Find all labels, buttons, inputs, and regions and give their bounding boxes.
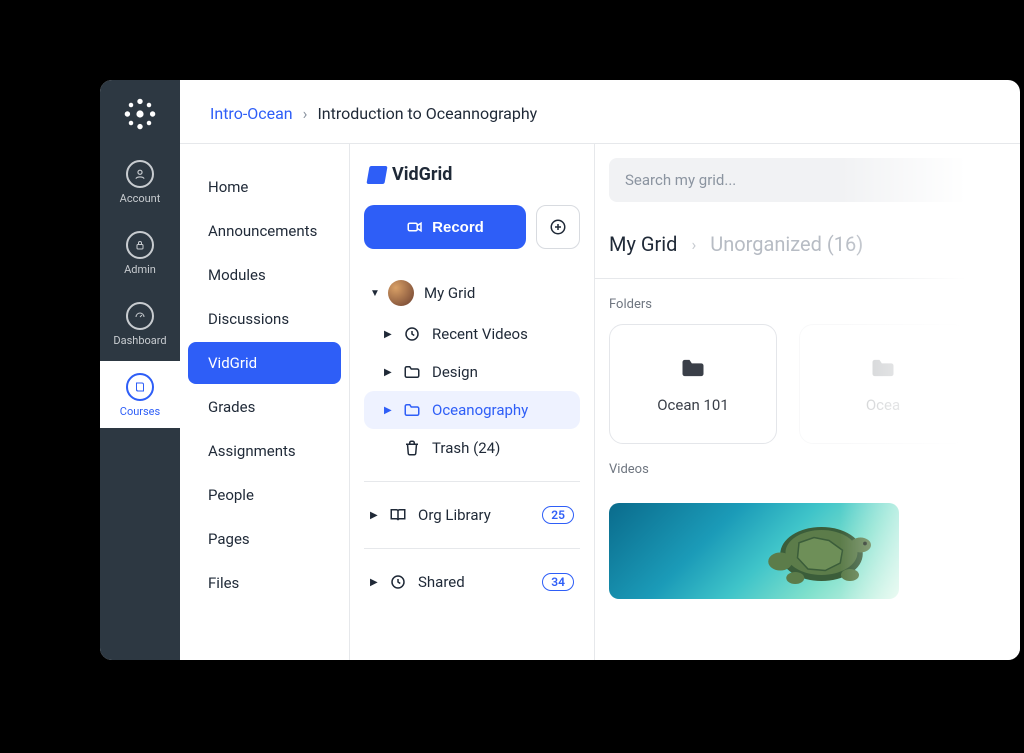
coursenav-files[interactable]: Files — [188, 562, 341, 604]
coursenav-people[interactable]: People — [188, 474, 341, 516]
book-icon — [126, 373, 154, 401]
rail-label: Dashboard — [113, 334, 166, 347]
tree-label: Shared — [418, 573, 532, 591]
coursenav-grades[interactable]: Grades — [188, 386, 341, 428]
caret-right-icon: ▶ — [384, 329, 392, 340]
rail-label: Admin — [124, 263, 156, 276]
rail-label: Account — [120, 192, 161, 205]
tree-recent-videos[interactable]: ▶ Recent Videos — [364, 315, 580, 353]
folders-list: Ocean 101 Ocea — [595, 324, 1020, 444]
columns: Home Announcements Modules Discussions V… — [180, 144, 1020, 660]
rail-item-admin[interactable]: Admin — [100, 219, 180, 286]
tree-label: My Grid — [424, 284, 574, 302]
coursenav-home[interactable]: Home — [188, 166, 341, 208]
coursenav-vidgrid[interactable]: VidGrid — [188, 342, 341, 384]
user-icon — [126, 160, 154, 188]
rail-item-account[interactable]: Account — [100, 148, 180, 215]
chevron-right-icon: › — [303, 104, 308, 123]
camera-icon — [406, 218, 424, 236]
vidgrid-logo-icon — [366, 166, 387, 184]
avatar — [388, 280, 414, 306]
clock-icon — [388, 572, 408, 592]
caret-right-icon: ▶ — [370, 577, 378, 588]
canvas-logo-icon — [122, 96, 158, 132]
content-area: Search my grid... My Grid › Unorganized … — [595, 144, 1020, 660]
folder-card[interactable]: Ocea — [799, 324, 967, 444]
caret-right-icon: ▶ — [384, 405, 392, 416]
folder-name: Ocea — [866, 396, 900, 414]
divider — [364, 481, 580, 482]
course-nav: Home Announcements Modules Discussions V… — [180, 144, 350, 660]
coursenav-assignments[interactable]: Assignments — [188, 430, 341, 472]
rail-item-courses[interactable]: Courses — [100, 361, 180, 428]
rail-label: Courses — [120, 405, 160, 418]
coursenav-discussions[interactable]: Discussions — [188, 298, 341, 340]
global-rail: Account Admin Dashboard Courses — [100, 80, 180, 660]
coursenav-pages[interactable]: Pages — [188, 518, 341, 560]
grid-crumb-current: Unorganized (16) — [710, 232, 863, 256]
main-area: Intro-Ocean › Introduction to Oceannogra… — [180, 80, 1020, 660]
grid-breadcrumb: My Grid › Unorganized (16) — [595, 224, 1020, 279]
plus-icon — [549, 218, 567, 236]
tree-label: Recent Videos — [432, 325, 574, 343]
dashboard-icon — [126, 302, 154, 330]
folder-icon — [402, 400, 422, 420]
tree-shared[interactable]: ▶ Shared 34 — [364, 563, 580, 601]
add-button[interactable] — [536, 205, 580, 249]
videos-heading: Videos — [595, 444, 1020, 489]
app-window: Account Admin Dashboard Courses Intro-Oc… — [100, 80, 1020, 660]
chevron-right-icon: › — [691, 235, 696, 254]
breadcrumb-current: Introduction to Oceannography — [317, 104, 537, 123]
breadcrumb-root-link[interactable]: Intro-Ocean — [210, 104, 293, 123]
tree-label: Design — [432, 363, 574, 381]
tree-label: Org Library — [418, 506, 532, 524]
tree-org-library[interactable]: ▶ Org Library 25 — [364, 496, 580, 534]
clock-icon — [402, 324, 422, 344]
tree-label: Oceanography — [432, 401, 574, 419]
vidgrid-panel: VidGrid Record ▼ — [350, 144, 595, 660]
breadcrumb: Intro-Ocean › Introduction to Oceannogra… — [180, 80, 1020, 144]
folder-name: Ocean 101 — [657, 396, 729, 414]
tree-oceanography[interactable]: ▶ Oceanography — [364, 391, 580, 429]
folder-icon — [679, 354, 707, 382]
trash-icon — [402, 438, 422, 458]
tree-my-grid[interactable]: ▼ My Grid — [364, 271, 580, 315]
search-placeholder: Search my grid... — [625, 171, 736, 189]
folder-icon — [402, 362, 422, 382]
rail-item-dashboard[interactable]: Dashboard — [100, 290, 180, 357]
grid-tree: ▼ My Grid ▶ Recent Videos ▶ — [364, 271, 580, 601]
count-badge: 34 — [542, 573, 574, 591]
folder-icon — [869, 354, 897, 382]
grid-crumb-root[interactable]: My Grid — [609, 232, 677, 256]
search-input[interactable]: Search my grid... — [609, 158, 1020, 202]
record-button-label: Record — [432, 219, 484, 236]
tree-trash[interactable]: Trash (24) — [364, 429, 580, 467]
tree-design[interactable]: ▶ Design — [364, 353, 580, 391]
caret-down-icon: ▼ — [370, 288, 378, 299]
caret-right-icon: ▶ — [370, 510, 378, 521]
book-open-icon — [388, 505, 408, 525]
vidgrid-brand-text: VidGrid — [392, 164, 452, 185]
lock-icon — [126, 231, 154, 259]
coursenav-modules[interactable]: Modules — [188, 254, 341, 296]
vidgrid-brand: VidGrid — [368, 164, 576, 185]
folder-card[interactable]: Ocean 101 — [609, 324, 777, 444]
caret-right-icon: ▶ — [384, 367, 392, 378]
coursenav-announcements[interactable]: Announcements — [188, 210, 341, 252]
divider — [364, 548, 580, 549]
count-badge: 25 — [542, 506, 574, 524]
tree-label: Trash (24) — [432, 439, 574, 457]
turtle-icon — [739, 509, 889, 599]
video-thumbnail[interactable] — [609, 503, 899, 599]
folders-heading: Folders — [595, 279, 1020, 324]
record-button[interactable]: Record — [364, 205, 526, 249]
